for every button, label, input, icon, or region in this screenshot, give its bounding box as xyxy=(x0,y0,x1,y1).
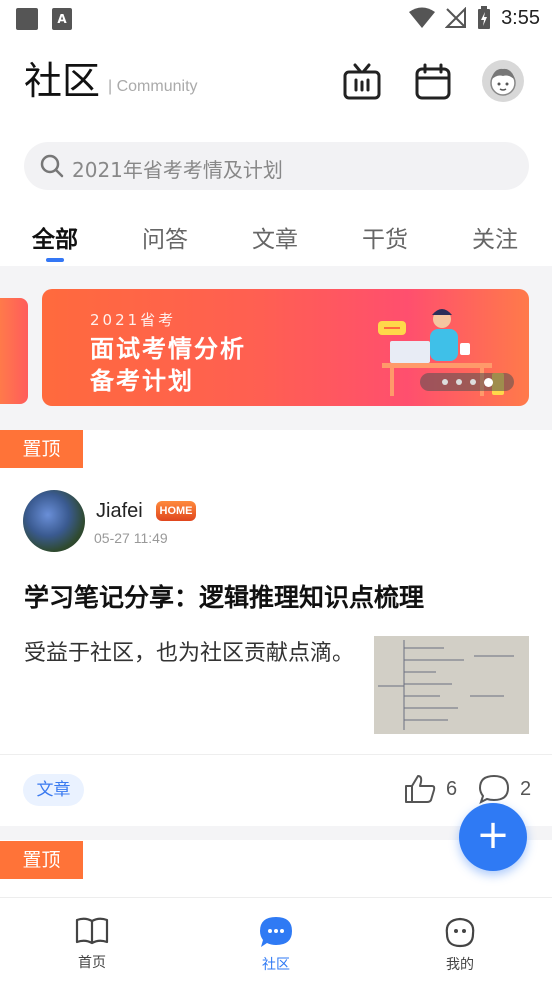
carousel-dot xyxy=(441,379,448,385)
carousel-indicator xyxy=(420,373,514,391)
chat-icon xyxy=(260,917,292,947)
bottom-nav: 首页 社区 我的 xyxy=(0,897,552,983)
nav-community[interactable]: 社区 xyxy=(236,916,316,974)
author-avatar[interactable] xyxy=(23,490,85,552)
page-subtitle: | Community xyxy=(108,78,198,95)
clock: 3:55 xyxy=(501,6,540,29)
banner-prev-peek[interactable] xyxy=(0,298,28,404)
notification-square-icon xyxy=(16,8,38,30)
author-name[interactable]: Jiafei xyxy=(96,500,143,523)
notification-a-icon: A xyxy=(52,8,72,30)
post-excerpt: 受益于社区，也为社区贡献点滴。 xyxy=(24,641,355,666)
carousel-dot-active xyxy=(483,377,493,387)
tab-articles[interactable]: 文章 xyxy=(252,220,298,254)
pinned-label: 置顶 xyxy=(0,430,83,468)
banner-subheadline: 备考计划 xyxy=(90,367,194,395)
live-tv-icon[interactable] xyxy=(342,62,382,102)
like-count: 6 xyxy=(446,777,458,800)
tab-all[interactable]: 全部 xyxy=(32,220,78,254)
pinned-label: 置顶 xyxy=(0,841,83,879)
face-icon xyxy=(445,917,475,948)
banner-carousel: 2021省考 面试考情分析 备考计划 xyxy=(0,266,552,430)
banner-small-text: 2021省考 xyxy=(90,311,177,329)
create-post-button[interactable]: + xyxy=(459,803,527,871)
nav-home[interactable]: 首页 xyxy=(52,916,132,972)
page-title: 社区 xyxy=(24,59,101,103)
tab-following[interactable]: 关注 xyxy=(472,220,518,254)
tab-resources[interactable]: 干货 xyxy=(362,220,408,254)
tab-qa[interactable]: 问答 xyxy=(142,220,188,254)
tab-indicator xyxy=(46,258,64,262)
banner-headline: 面试考情分析 xyxy=(90,335,246,363)
comment-count: 2 xyxy=(520,777,532,800)
wifi-icon xyxy=(409,7,436,28)
book-icon xyxy=(75,917,109,945)
no-signal-icon xyxy=(445,7,467,28)
calendar-icon[interactable] xyxy=(413,62,453,102)
nav-label-home: 首页 xyxy=(78,955,106,971)
user-avatar[interactable] xyxy=(482,60,524,102)
post-thumbnail[interactable] xyxy=(374,636,529,734)
nav-label-community: 社区 xyxy=(262,957,290,973)
comment-bubble-icon xyxy=(478,774,510,804)
comment-button[interactable]: 2 xyxy=(478,774,531,804)
post-category-tag[interactable]: 文章 xyxy=(23,774,84,806)
thumbs-up-icon xyxy=(405,775,436,803)
search-input[interactable]: 2021年省考考情及计划 xyxy=(72,154,283,183)
page-header: 社区 | Community xyxy=(0,56,552,112)
nav-profile[interactable]: 我的 xyxy=(420,916,500,974)
like-button[interactable]: 6 xyxy=(404,774,457,804)
battery-icon xyxy=(478,6,491,29)
search-bar[interactable]: 2021年省考考情及计划 xyxy=(24,142,529,190)
status-bar: A 3:55 xyxy=(0,0,552,40)
cartoon-face-icon xyxy=(490,68,516,96)
category-tabs: 全部 问答 文章 干货 关注 xyxy=(0,212,552,264)
nav-label-profile: 我的 xyxy=(446,957,474,973)
post-divider xyxy=(0,754,552,755)
banner-slide[interactable]: 2021省考 面试考情分析 备考计划 xyxy=(42,289,529,406)
carousel-dot xyxy=(469,379,476,385)
handwritten-notes-image xyxy=(374,636,529,734)
carousel-dot xyxy=(455,379,462,385)
post-title[interactable]: 学习笔记分享：逻辑推理知识点梳理 xyxy=(24,578,424,614)
search-icon xyxy=(40,154,64,178)
home-badge: HOME xyxy=(156,501,196,521)
post-timestamp: 05-27 11:49 xyxy=(94,530,168,546)
